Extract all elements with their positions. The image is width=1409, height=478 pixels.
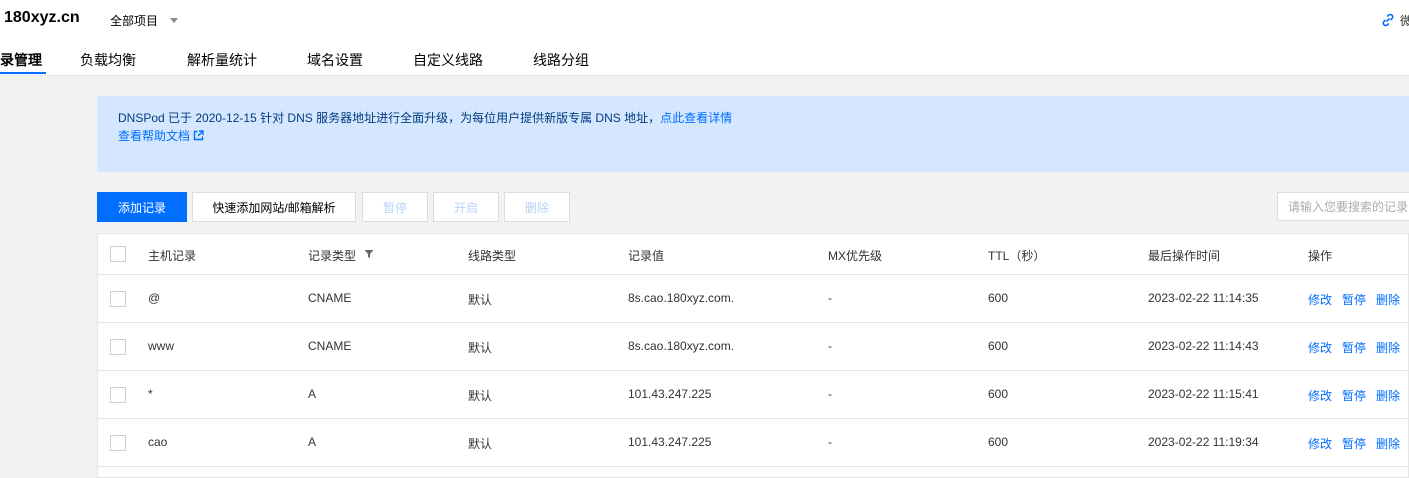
- domain-title: 180xyz.cn: [4, 9, 80, 26]
- table-row: www CNAME 默认 8s.cao.180xyz.com. - 600 20…: [98, 323, 1408, 371]
- caret-down-icon: [170, 17, 179, 23]
- active-tab-indicator: [0, 72, 46, 74]
- cell-host: *: [148, 387, 153, 401]
- row-checkbox[interactable]: [110, 387, 126, 403]
- pause-link[interactable]: 暂停: [1342, 291, 1366, 308]
- pause-link[interactable]: 暂停: [1342, 387, 1366, 404]
- notice-details-link[interactable]: 点此查看详情: [660, 111, 732, 125]
- cell-host: @: [148, 291, 161, 305]
- column-line: 线路类型: [468, 249, 517, 263]
- pause-button[interactable]: 暂停: [362, 192, 428, 222]
- column-value: 记录值: [628, 249, 665, 263]
- cell-mx: -: [828, 387, 832, 401]
- column-time: 最后操作时间: [1148, 249, 1221, 263]
- top-right-text[interactable]: 微: [1400, 12, 1409, 29]
- cell-line: 默认: [468, 293, 493, 307]
- delete-link[interactable]: 删除: [1376, 387, 1400, 404]
- cell-type: A: [308, 435, 317, 449]
- tab-load-balancing[interactable]: 负载均衡: [80, 52, 136, 76]
- tab-custom-lines[interactable]: 自定义线路: [413, 52, 483, 76]
- cell-ttl: 600: [988, 435, 1009, 449]
- cell-time: 2023-02-22 11:15:41: [1148, 387, 1259, 401]
- cell-time: 2023-02-22 11:14:35: [1148, 291, 1259, 305]
- table-row: * A 默认 101.43.247.225 - 600 2023-02-22 1…: [98, 371, 1408, 419]
- filter-icon[interactable]: [364, 249, 374, 259]
- cell-type: CNAME: [308, 291, 352, 305]
- table-row: @ CNAME 默认 8s.cao.180xyz.com. - 600 2023…: [98, 275, 1408, 323]
- tab-line-groups[interactable]: 线路分组: [533, 52, 589, 76]
- row-checkbox[interactable]: [110, 435, 126, 451]
- cell-line: 默认: [468, 341, 493, 355]
- enable-button[interactable]: 开启: [433, 192, 499, 222]
- records-table: 主机记录 记录类型 线路类型 记录值 MX优先级 TTL（秒） 最后操作时间 操…: [97, 233, 1409, 478]
- search-input[interactable]: [1277, 192, 1409, 221]
- tab-domain-settings[interactable]: 域名设置: [307, 52, 363, 76]
- notice-banner: DNSPod 已于 2020-12-15 针对 DNS 服务器地址进行全面升级，…: [97, 96, 1409, 172]
- table-header: 主机记录 记录类型 线路类型 记录值 MX优先级 TTL（秒） 最后操作时间 操…: [98, 234, 1408, 275]
- cell-ttl: 600: [988, 387, 1009, 401]
- cell-value: 8s.cao.180xyz.com.: [628, 339, 735, 353]
- column-mx: MX优先级: [828, 249, 883, 263]
- select-all-checkbox[interactable]: [110, 246, 126, 262]
- column-type: 记录类型: [308, 249, 357, 263]
- cell-ttl: 600: [988, 291, 1009, 305]
- column-actions: 操作: [1308, 249, 1333, 263]
- column-ttl: TTL（秒）: [988, 249, 1046, 263]
- cell-mx: -: [828, 339, 832, 353]
- cell-host: cao: [148, 435, 168, 449]
- delete-button[interactable]: 删除: [504, 192, 570, 222]
- add-record-button[interactable]: 添加记录: [97, 192, 187, 222]
- edit-link[interactable]: 修改: [1308, 339, 1332, 356]
- help-doc-label: 查看帮助文档: [118, 129, 191, 143]
- cell-type: CNAME: [308, 339, 352, 353]
- delete-link[interactable]: 删除: [1376, 291, 1400, 308]
- project-select[interactable]: 全部项目: [110, 12, 179, 28]
- cell-time: 2023-02-22 11:19:34: [1148, 435, 1259, 449]
- pause-link[interactable]: 暂停: [1342, 435, 1366, 452]
- quick-add-button[interactable]: 快速添加网站/邮箱解析: [192, 192, 356, 222]
- cell-host: www: [148, 339, 174, 353]
- top-bar: 180xyz.cn 全部项目 微 录管理 负载均衡 解析量统计 域名设置 自定义…: [0, 0, 1409, 76]
- row-checkbox[interactable]: [110, 291, 126, 307]
- cell-value: 101.43.247.225: [628, 387, 712, 401]
- cell-type: A: [308, 387, 317, 401]
- table-row: cao A 默认 101.43.247.225 - 600 2023-02-22…: [98, 419, 1408, 467]
- cell-mx: -: [828, 291, 832, 305]
- link-icon[interactable]: [1380, 12, 1396, 28]
- help-doc-link[interactable]: 查看帮助文档: [118, 127, 204, 144]
- notice-text: DNSPod 已于 2020-12-15 针对 DNS 服务器地址进行全面升级，…: [118, 111, 661, 125]
- cell-value: 8s.cao.180xyz.com.: [628, 291, 735, 305]
- cell-line: 默认: [468, 389, 493, 403]
- cell-ttl: 600: [988, 339, 1009, 353]
- row-checkbox[interactable]: [110, 339, 126, 355]
- tab-resolution-stats[interactable]: 解析量统计: [187, 52, 257, 76]
- edit-link[interactable]: 修改: [1308, 291, 1332, 308]
- cell-line: 默认: [468, 437, 493, 451]
- column-host: 主机记录: [148, 249, 197, 263]
- cell-value: 101.43.247.225: [628, 435, 712, 449]
- cell-mx: -: [828, 435, 832, 449]
- notice-text-line: DNSPod 已于 2020-12-15 针对 DNS 服务器地址进行全面升级，…: [118, 109, 732, 126]
- delete-link[interactable]: 删除: [1376, 339, 1400, 356]
- edit-link[interactable]: 修改: [1308, 435, 1332, 452]
- delete-link[interactable]: 删除: [1376, 435, 1400, 452]
- external-link-icon: [193, 130, 204, 141]
- edit-link[interactable]: 修改: [1308, 387, 1332, 404]
- project-select-label: 全部项目: [110, 13, 159, 28]
- pause-link[interactable]: 暂停: [1342, 339, 1366, 356]
- cell-time: 2023-02-22 11:14:43: [1148, 339, 1259, 353]
